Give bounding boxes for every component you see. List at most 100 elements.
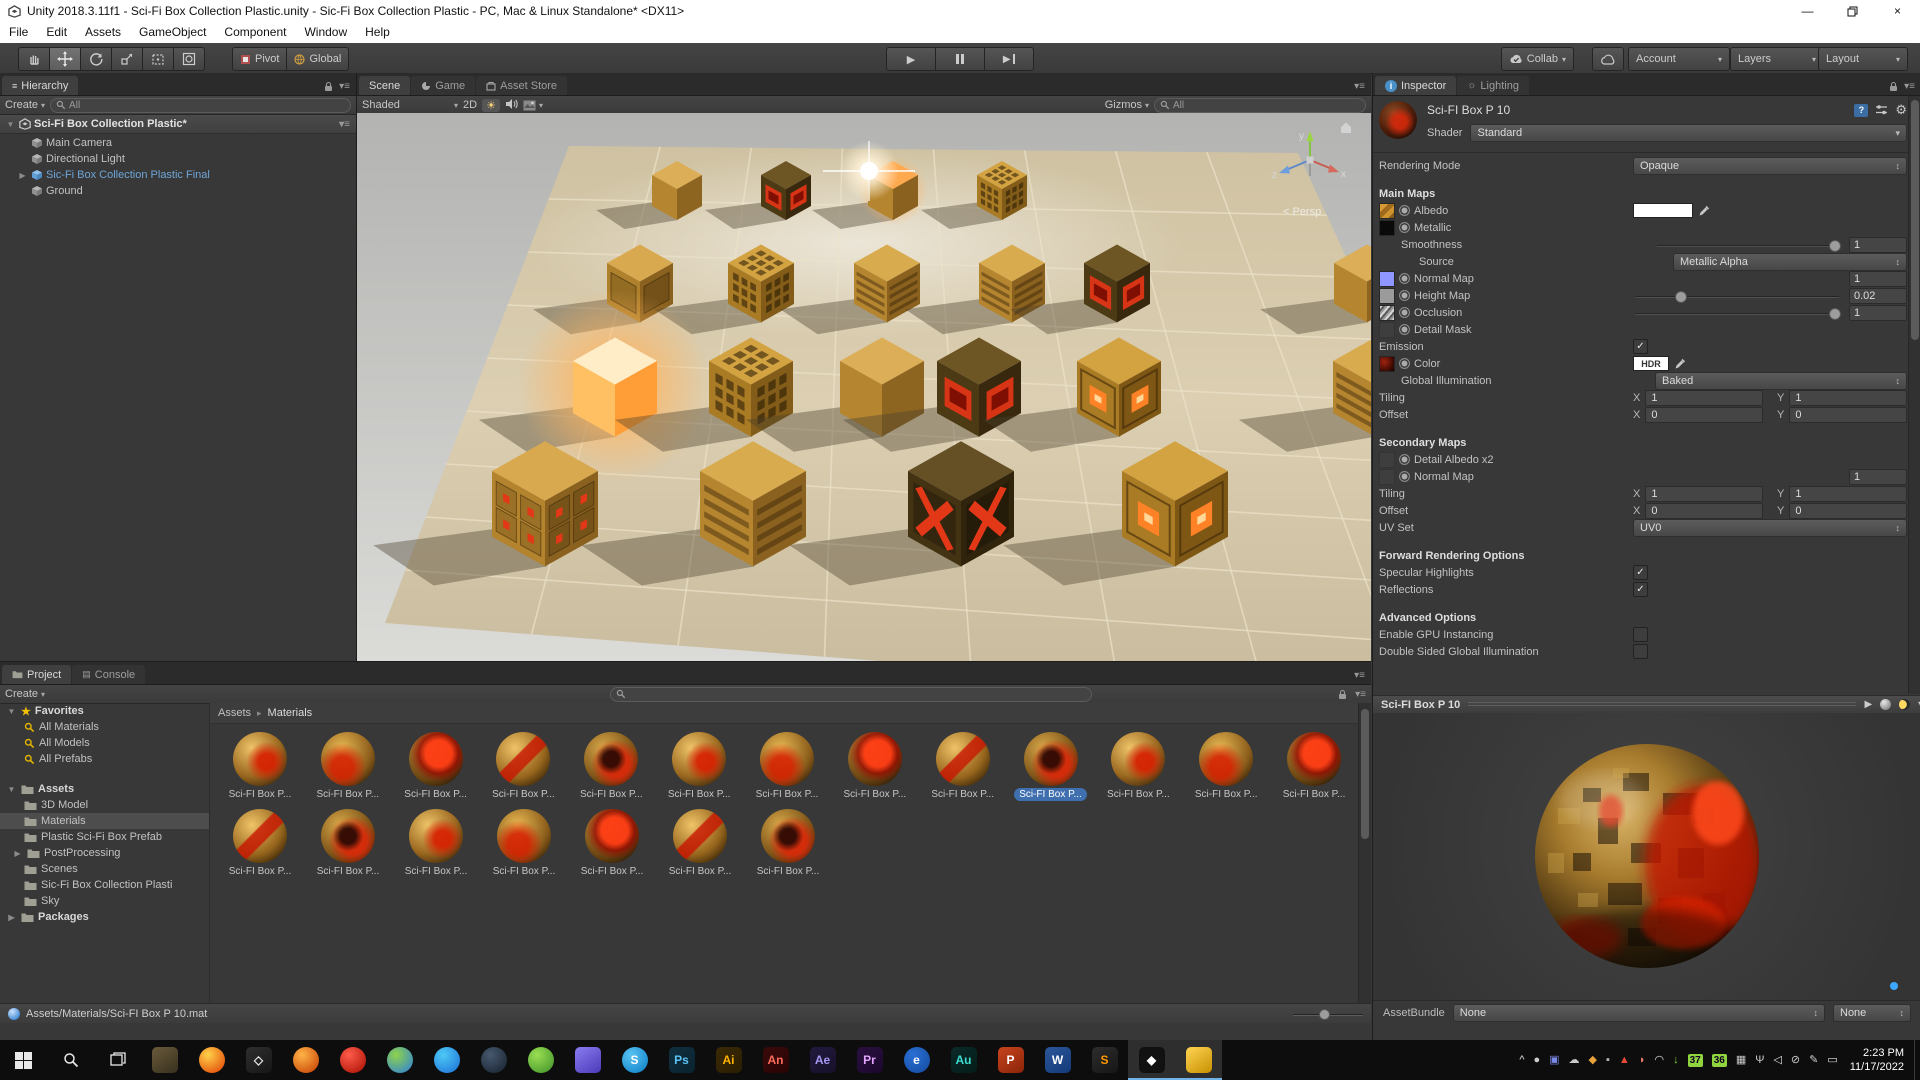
metallic-target-icon[interactable] xyxy=(1399,222,1410,233)
files-app-icon[interactable] xyxy=(141,1040,188,1080)
toggle-2d-button[interactable]: 2D xyxy=(463,99,477,111)
folder-item[interactable]: ▶PostProcessing xyxy=(0,845,209,861)
preview-light-icon[interactable] xyxy=(1899,699,1910,710)
green-app-icon[interactable] xyxy=(517,1040,564,1080)
badge-37[interactable]: 37 xyxy=(1688,1054,1703,1067)
scene-header-row[interactable]: ▼ Sci-Fi Box Collection Plastic* ▾≡ xyxy=(0,115,356,134)
edge-icon[interactable] xyxy=(423,1040,470,1080)
material-item[interactable]: Sci-FI Box P... xyxy=(392,809,480,878)
adobe-cc-icon[interactable]: ▲ xyxy=(1619,1055,1630,1066)
material-item[interactable]: Sci-FI Box P... xyxy=(480,732,568,801)
favorite-item[interactable]: All Models xyxy=(0,735,209,751)
breadcrumb-root[interactable]: Assets xyxy=(218,707,251,719)
hierarchy-item[interactable]: Directional Light xyxy=(12,151,356,167)
folder-item[interactable]: Plastic Sci-Fi Box Prefab xyxy=(0,829,209,845)
normalmap-value[interactable]: 1 xyxy=(1849,271,1907,287)
step-button[interactable]: ▶ xyxy=(985,47,1034,71)
hierarchy-item[interactable]: ▶Sic-Fi Box Collection Plastic Final xyxy=(12,167,356,183)
opera-icon[interactable] xyxy=(329,1040,376,1080)
specular-highlights-checkbox[interactable]: ✓ xyxy=(1633,565,1648,580)
cloud-services-button[interactable] xyxy=(1592,47,1624,71)
offset-x-field[interactable]: 0 xyxy=(1645,407,1763,423)
wifi-icon[interactable]: ◠ xyxy=(1654,1055,1664,1066)
rotate-tool-button[interactable] xyxy=(81,47,112,71)
normalmap-target-icon[interactable] xyxy=(1399,273,1410,284)
usb-icon[interactable]: Ψ xyxy=(1755,1055,1764,1066)
hierarchy-item[interactable]: Ground xyxy=(12,183,356,199)
material-preview-header[interactable]: Sci-FI Box P 10 ▶ ▾≡ xyxy=(1373,695,1920,714)
inspector-scrollbar[interactable] xyxy=(1908,96,1920,694)
offset-y-field[interactable]: 0 xyxy=(1789,407,1907,423)
gray-app-icon[interactable]: ▪ xyxy=(1606,1055,1610,1066)
material-item[interactable]: Sci-FI Box P... xyxy=(744,809,832,878)
material-item[interactable]: Sci-FI Box P... xyxy=(392,732,480,801)
gpu-icon[interactable]: ▦ xyxy=(1736,1055,1746,1066)
material-preview-area[interactable] xyxy=(1373,713,1920,1000)
favorites-header[interactable]: ▼★Favorites xyxy=(0,703,209,719)
secondary-tiling-x-field[interactable]: 1 xyxy=(1645,486,1763,502)
lock-icon[interactable] xyxy=(1338,689,1347,700)
action-center-icon[interactable]: ▭ xyxy=(1827,1055,1837,1066)
taskbar-search-button[interactable] xyxy=(47,1040,94,1080)
breadcrumb-current[interactable]: Materials xyxy=(268,707,313,719)
secondary-offset-y-field[interactable]: 0 xyxy=(1789,503,1907,519)
double-sided-gi-checkbox[interactable] xyxy=(1633,644,1648,659)
tab-project[interactable]: Project xyxy=(2,665,71,684)
layers-dropdown[interactable]: Layers▾ xyxy=(1730,47,1824,71)
scene-lighting-toggle[interactable]: ☀ xyxy=(482,99,500,112)
onedrive-icon[interactable]: ☁ xyxy=(1569,1055,1580,1066)
idm-icon[interactable]: ↓ xyxy=(1673,1055,1679,1066)
material-item[interactable]: Sci-FI Box P... xyxy=(1270,732,1358,801)
tab-asset-store[interactable]: Asset Store xyxy=(476,76,567,95)
heightmap-texture-thumb[interactable] xyxy=(1379,288,1395,304)
account-dropdown[interactable]: Account▾ xyxy=(1628,47,1730,71)
secondary-offset-x-field[interactable]: 0 xyxy=(1645,503,1763,519)
rendering-mode-dropdown[interactable]: Opaque↕ xyxy=(1633,157,1907,175)
tab-inspector[interactable]: iInspector xyxy=(1375,76,1456,95)
preview-play-icon[interactable]: ▶ xyxy=(1864,699,1872,710)
occlusion-texture-thumb[interactable] xyxy=(1379,305,1395,321)
source-dropdown[interactable]: Metallic Alpha↕ xyxy=(1673,253,1907,271)
collab-button[interactable]: Collab▾ xyxy=(1501,47,1574,71)
chrome-icon[interactable] xyxy=(376,1040,423,1080)
preview-light-dot[interactable] xyxy=(1890,982,1898,990)
secondary-normalmap-thumb[interactable] xyxy=(1379,469,1395,485)
presets-icon[interactable] xyxy=(1875,104,1888,116)
panel-menu-icon[interactable]: ▾≡ xyxy=(1355,689,1366,700)
play-button[interactable]: ▶ xyxy=(886,47,936,71)
illustrator-icon[interactable]: Ai xyxy=(705,1040,752,1080)
folder-item[interactable]: Sic-Fi Box Collection Plasti xyxy=(0,877,209,893)
material-item[interactable]: Sci-FI Box P... xyxy=(304,732,392,801)
material-item[interactable]: Sci-FI Box P... xyxy=(480,809,568,878)
material-item[interactable]: Sci-FI Box P... xyxy=(1007,732,1095,801)
smoothness-slider[interactable] xyxy=(1655,237,1841,253)
secondary-normalmap-value[interactable]: 1 xyxy=(1849,469,1907,485)
material-item[interactable]: Sci-FI Box P... xyxy=(568,809,656,878)
animate-icon[interactable]: An xyxy=(752,1040,799,1080)
smoothness-value[interactable]: 1 xyxy=(1849,237,1907,253)
secondary-normalmap-target-icon[interactable] xyxy=(1399,471,1410,482)
ccleaner-icon[interactable]: ◗ xyxy=(1639,1055,1646,1066)
help-icon[interactable]: ? xyxy=(1854,104,1868,117)
material-item[interactable]: Sci-FI Box P... xyxy=(743,732,831,801)
file-explorer-icon[interactable] xyxy=(1175,1040,1222,1080)
lock-icon[interactable] xyxy=(1889,81,1898,92)
rect-tool-button[interactable] xyxy=(143,47,174,71)
show-desktop-button[interactable] xyxy=(1914,1040,1920,1080)
hierarchy-create-button[interactable]: Create▾ xyxy=(5,99,45,111)
perspective-label[interactable]: < Persp xyxy=(1283,206,1321,218)
gpu-instancing-checkbox[interactable] xyxy=(1633,627,1648,642)
packages-header[interactable]: ▶Packages xyxy=(0,909,209,925)
eyedropper-icon[interactable] xyxy=(1698,205,1710,217)
material-item[interactable]: Sci-FI Box P... xyxy=(216,732,304,801)
material-item[interactable]: Sci-FI Box P... xyxy=(216,809,304,878)
secondary-tiling-y-field[interactable]: 1 xyxy=(1789,486,1907,502)
albedo-color-swatch[interactable] xyxy=(1633,203,1693,218)
gear-icon[interactable]: ⚙ xyxy=(1895,102,1907,118)
minimize-button[interactable]: — xyxy=(1785,0,1830,22)
vscode-icon[interactable] xyxy=(564,1040,611,1080)
network-off-icon[interactable]: ⊘ xyxy=(1791,1055,1800,1066)
project-scrollbar[interactable] xyxy=(1358,703,1371,1003)
tab-lighting[interactable]: ☼Lighting xyxy=(1457,76,1529,95)
sublime-icon[interactable]: S xyxy=(1081,1040,1128,1080)
